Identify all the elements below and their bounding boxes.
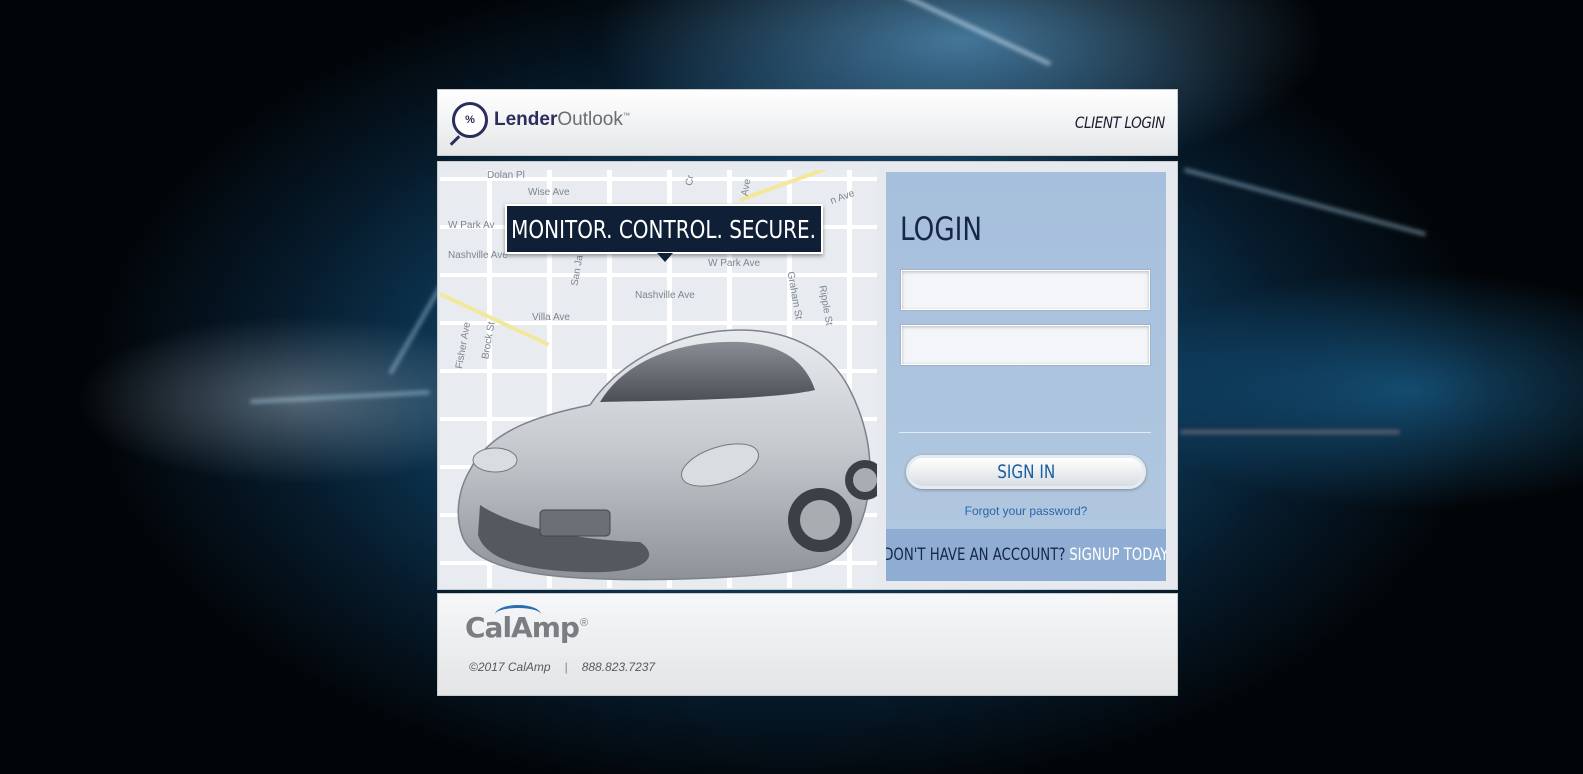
sports-car-image [457, 329, 877, 581]
street-label: W Park Ave [708, 258, 761, 269]
tagline-banner: MONITOR. CONTROL. SECURE. [505, 204, 823, 262]
signup-text-wrapper: DON'T HAVE AN ACCOUNT? SIGNUP TODAY [886, 545, 1166, 565]
forgot-password-link[interactable]: Forgot your password? [886, 504, 1166, 518]
logo-light-text: Outlook [557, 109, 623, 130]
signup-question: DON'T HAVE AN ACCOUNT? [886, 545, 1066, 565]
background-light-streak [1180, 430, 1400, 434]
street-label: W Park Av [448, 220, 495, 231]
sign-in-button[interactable]: SIGN IN [906, 455, 1146, 489]
street-label: Cr [683, 174, 697, 187]
calamp-swoosh-icon [495, 605, 541, 624]
copyright-text: ©2017 CalAmp [469, 660, 551, 674]
footer-panel: CalAmp ® ©2017 CalAmp | 888.823.7237 [437, 593, 1178, 696]
street-label: Dolan Pl [487, 170, 525, 181]
login-form-panel: LOGIN SIGN IN Forgot your password? DON'… [886, 172, 1166, 581]
map-background: Dolan Pl Wise Ave W Park Av Nashville Av… [440, 170, 877, 588]
magnifier-car-icon: % [452, 102, 488, 138]
header-panel: % LenderOutlook™ CLIENT LOGIN [437, 89, 1178, 156]
signup-bar: DON'T HAVE AN ACCOUNT? SIGNUP TODAY [886, 529, 1166, 581]
calamp-logo[interactable]: CalAmp ® [465, 605, 589, 644]
logo-wordmark: LenderOutlook™ [494, 109, 630, 131]
background-light-streak [868, 0, 1052, 67]
street-label: Graham St [784, 270, 804, 321]
street-label: Nashville Ave [635, 290, 695, 301]
tagline-text: MONITOR. CONTROL. SECURE. [511, 214, 817, 244]
street-label: San Ja [569, 254, 586, 287]
footer-info: ©2017 CalAmp | 888.823.7237 [469, 660, 655, 674]
login-title: LOGIN [900, 210, 983, 248]
background-light-streak [1183, 167, 1427, 237]
main-panel: Dolan Pl Wise Ave W Park Av Nashville Av… [437, 161, 1178, 590]
logo-tm: ™ [622, 112, 630, 120]
lenderoutlook-logo[interactable]: % LenderOutlook™ [452, 102, 630, 138]
username-field[interactable] [901, 270, 1150, 310]
background-light-streak [250, 390, 430, 404]
logo-bold-text: Lender [494, 109, 558, 130]
form-divider [899, 432, 1151, 433]
phone-number: 888.823.7237 [581, 660, 656, 674]
signup-link[interactable]: SIGNUP TODAY [1069, 545, 1166, 565]
street-label: Nashville Ave [448, 250, 508, 261]
footer-separator: | [564, 660, 568, 674]
map-road [739, 170, 877, 202]
street-label: Wise Ave [528, 187, 570, 198]
calamp-registered: ® [579, 617, 589, 629]
street-label: n Ave [828, 188, 856, 207]
sign-in-label: SIGN IN [997, 461, 1055, 483]
client-login-heading: CLIENT LOGIN [1075, 113, 1165, 132]
password-field[interactable] [901, 325, 1150, 365]
